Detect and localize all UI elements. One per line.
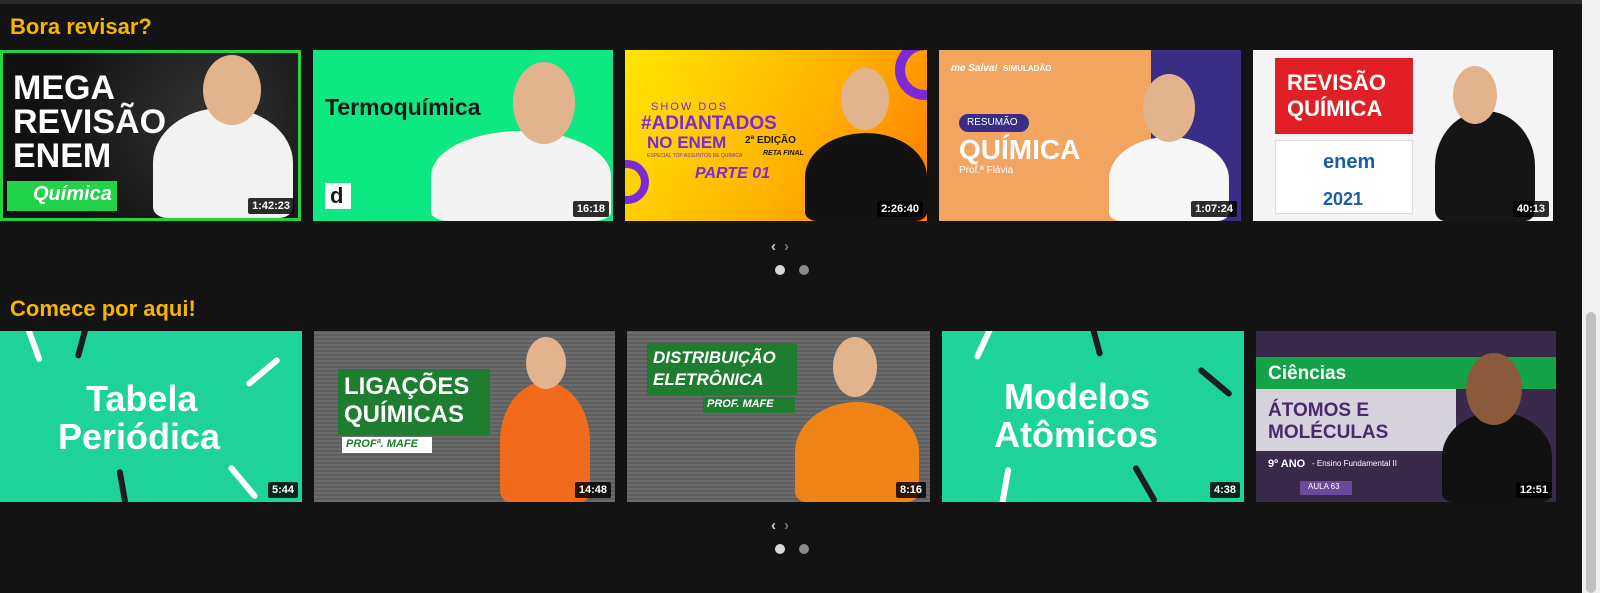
- video-duration: 1:42:23: [248, 198, 294, 214]
- video-thumbnail-resumao-quimica[interactable]: me Salva! SIMULADÃO RESUMÃO QUÍMICA Prof…: [939, 50, 1241, 221]
- video-thumbnail-modelos-atomicos[interactable]: Modelos Atômicos 4:38: [942, 331, 1244, 502]
- video-row-revisar: MEGA REVISÃO ENEM Química 1:42:23 Termoq…: [0, 50, 1553, 221]
- carousel-arrows-comece: ‹ ›: [771, 517, 789, 534]
- thumb-pill: RESUMÃO: [967, 117, 1018, 128]
- channel-logo: d: [330, 183, 344, 208]
- thumb-text-line2: ELETRÔNICA: [653, 370, 764, 389]
- decor-marker: [973, 331, 997, 361]
- scrollbar-thumb[interactable]: [1586, 312, 1596, 593]
- thumb-title: Termoquímica: [325, 94, 481, 120]
- thumb-text-line2: QUÍMICAS: [344, 401, 464, 428]
- thumb-text-line2: Periódica: [58, 416, 221, 457]
- thumb-text-line2: MOLÉCULAS: [1268, 422, 1389, 443]
- carousel-dot-1[interactable]: [775, 544, 785, 554]
- video-thumbnail-distribuicao-eletronica[interactable]: DISTRIBUIÇÃO ELETRÔNICA PROF. MAFE 8:16: [627, 331, 930, 502]
- thumb-tag: Química: [33, 183, 112, 205]
- thumb-text-line1: REVISÃO: [1287, 70, 1387, 95]
- decor-circle: [895, 50, 927, 100]
- decor-marker: [244, 356, 282, 388]
- carousel-prev-button[interactable]: ‹: [771, 238, 776, 255]
- thumb-grade: 9º ANO: [1268, 458, 1306, 470]
- video-duration: 4:38: [1209, 482, 1240, 498]
- decor-marker: [74, 331, 92, 360]
- decor-marker: [998, 466, 1012, 502]
- video-library-page: Bora revisar? MEGA REVISÃO ENEM Química …: [0, 0, 1600, 593]
- video-duration: 2:26:40: [877, 201, 923, 217]
- decor-marker: [227, 463, 259, 501]
- carousel-dots-revisar: [775, 265, 809, 275]
- thumb-level: - Ensino Fundamental II: [1312, 459, 1397, 468]
- thumb-text-line2: Atômicos: [994, 414, 1159, 455]
- decor-marker: [116, 468, 130, 502]
- enem-logo: enem: [1323, 151, 1376, 173]
- carousel-next-button[interactable]: ›: [784, 517, 789, 534]
- presenter-head: [841, 68, 889, 130]
- decor-marker: [1131, 464, 1159, 502]
- carousel-prev-button[interactable]: ‹: [771, 517, 776, 534]
- page-scrollbar[interactable]: [1582, 0, 1600, 593]
- video-thumbnail-tabela-periodica[interactable]: Tabela Periódica 5:44: [0, 331, 302, 502]
- thumb-text-line2: QUÍMICA: [1287, 96, 1383, 121]
- thumb-text-line3: ENEM: [13, 137, 112, 175]
- video-duration: 1:07:24: [1191, 201, 1237, 217]
- thumb-text-line1: Modelos: [1004, 376, 1151, 417]
- carousel-dot-2[interactable]: [799, 544, 809, 554]
- thumb-text-line2: REVISÃO: [13, 103, 167, 141]
- presenter-head: [513, 62, 575, 144]
- thumb-prof: PROF. MAFE: [707, 398, 774, 410]
- thumb-text-line1: ÁTOMOS E: [1268, 400, 1369, 421]
- previous-row-edge: [0, 0, 1582, 4]
- thumb-text-line1: DISTRIBUIÇÃO: [653, 348, 776, 367]
- thumb-lesson: AULA 63: [1308, 482, 1340, 491]
- thumb-subject: Ciências: [1268, 363, 1347, 384]
- video-duration: 40:13: [1512, 201, 1549, 217]
- video-duration: 5:44: [267, 482, 298, 498]
- section-title-comece: Comece por aqui!: [10, 296, 196, 321]
- video-thumbnail-mega-revisao[interactable]: MEGA REVISÃO ENEM Química 1:42:23: [0, 50, 301, 221]
- brand-logo: me Salva!: [951, 63, 998, 74]
- carousel-dots-comece: [775, 544, 809, 554]
- thumb-text-line2: NO ENEM: [647, 133, 727, 152]
- enem-year: 2021: [1323, 189, 1364, 209]
- video-duration: 12:51: [1515, 482, 1552, 498]
- thumb-prof: PROFª. MAFE: [346, 438, 418, 450]
- video-duration: 16:18: [572, 201, 609, 217]
- carousel-dot-1[interactable]: [775, 265, 785, 275]
- section-title-revisar: Bora revisar?: [10, 14, 152, 39]
- video-thumbnail-adiantados[interactable]: SHOW DOS #ADIANTADOS NO ENEM 2ª EDIÇÃO E…: [625, 50, 927, 221]
- brand-badge: SIMULADÃO: [1003, 64, 1052, 73]
- video-thumbnail-revisao-quimica-enem[interactable]: REVISÃO QUÍMICA enem 2021 40:13: [1253, 50, 1553, 221]
- video-thumbnail-termoquimica[interactable]: Termoquímica d 16:18: [313, 50, 613, 221]
- thumb-part: PARTE 01: [695, 165, 770, 182]
- thumb-text-line1: MEGA: [13, 69, 115, 107]
- presenter-head: [203, 55, 261, 125]
- thumb-prof: Prof.ª Flávia: [959, 165, 1014, 176]
- video-duration: 8:16: [895, 482, 926, 498]
- decor-marker: [1196, 366, 1234, 398]
- video-duration: 14:48: [574, 482, 611, 498]
- video-thumbnail-atomos-moleculas[interactable]: Ciências ÁTOMOS E MOLÉCULAS 9º ANO - Ens…: [1256, 331, 1556, 502]
- thumb-pre: SHOW DOS: [651, 101, 729, 113]
- presenter-head: [526, 337, 566, 389]
- decor-circle: [625, 160, 649, 204]
- video-row-comece: Tabela Periódica 5:44 LIGAÇÕES QUÍMICAS …: [0, 331, 1556, 502]
- presenter-head: [1466, 353, 1522, 425]
- thumb-title: QUÍMICA: [959, 134, 1081, 165]
- carousel-arrows-revisar: ‹ ›: [771, 238, 789, 255]
- carousel-dot-2[interactable]: [799, 265, 809, 275]
- presenter-head: [833, 337, 877, 397]
- presenter-head: [1453, 66, 1497, 124]
- decor-marker: [1086, 331, 1104, 358]
- video-thumbnail-ligacoes-quimicas[interactable]: LIGAÇÕES QUÍMICAS PROFª. MAFE 14:48: [314, 331, 615, 502]
- thumb-text-line1: Tabela: [86, 378, 198, 419]
- carousel-next-button[interactable]: ›: [784, 238, 789, 255]
- presenter-head: [1143, 74, 1195, 142]
- decor-marker: [22, 331, 44, 363]
- thumb-text-line1: #ADIANTADOS: [641, 113, 777, 134]
- thumb-edition: 2ª EDIÇÃO: [745, 135, 796, 146]
- thumb-final: RETA FINAL: [763, 150, 804, 157]
- thumb-sub: ESPECIAL TOP ASSUNTOS DE QUÍMICA: [647, 153, 743, 159]
- thumb-text-line1: LIGAÇÕES: [344, 373, 470, 400]
